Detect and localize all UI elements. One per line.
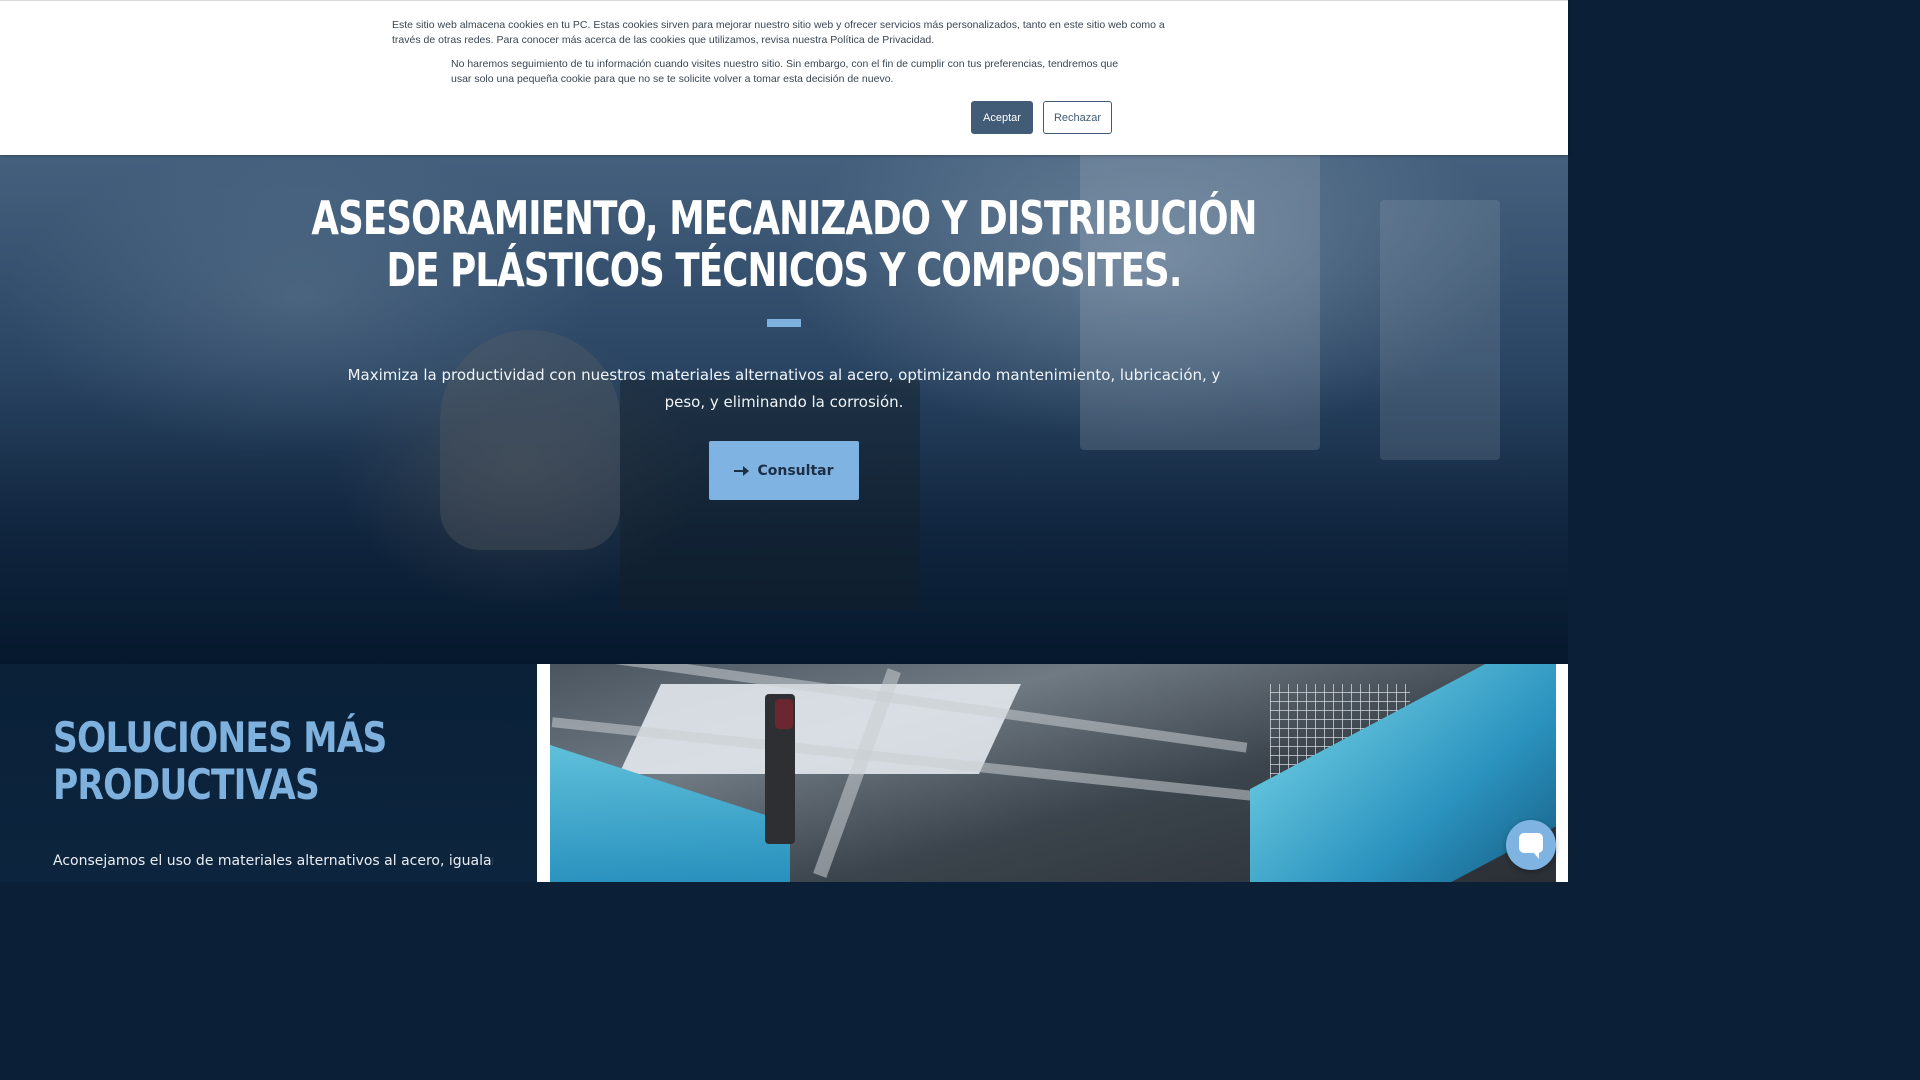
hero-title-line-2: DE PLÁSTICOS TÉCNICOS Y COMPOSITES. (386, 243, 1183, 297)
hero-divider (767, 319, 801, 327)
solutions-section: SOLUCIONES MÁS PRODUCTIVAS Aconsejamos e… (0, 664, 1568, 882)
consultar-button[interactable]: Consultar (709, 441, 859, 500)
reject-cookies-button[interactable]: Rechazar (1043, 101, 1112, 134)
chat-bubble-icon (1519, 833, 1543, 859)
solutions-title-line-2: PRODUCTIVAS (53, 760, 320, 809)
hero-subtitle: Maximiza la productividad con nuestros m… (347, 366, 1221, 411)
hero-title: ASESORAMIENTO, MECANIZADO Y DISTRIBUCIÓN… (110, 192, 1458, 296)
cookie-text-primary: Este sitio web almacena cookies en tu PC… (392, 19, 1165, 46)
consultar-button-label: Consultar (757, 462, 834, 479)
solutions-title-line-1: SOLUCIONES MÁS (53, 713, 387, 762)
solutions-title: SOLUCIONES MÁS PRODUCTIVAS (53, 714, 430, 808)
accept-cookies-button[interactable]: Aceptar (971, 101, 1033, 134)
solutions-body-text: Aconsejamos el uso de materiales alterna… (53, 853, 493, 869)
hero-title-line-1: ASESORAMIENTO, MECANIZADO Y DISTRIBUCIÓN (311, 191, 1257, 245)
factory-photo (550, 664, 1556, 882)
chat-widget-button[interactable] (1506, 820, 1556, 870)
cookie-text-secondary: No haremos seguimiento de tu información… (451, 58, 1119, 85)
cookie-banner: Este sitio web almacena cookies en tu PC… (0, 0, 1568, 155)
arrow-right-icon (734, 465, 750, 476)
